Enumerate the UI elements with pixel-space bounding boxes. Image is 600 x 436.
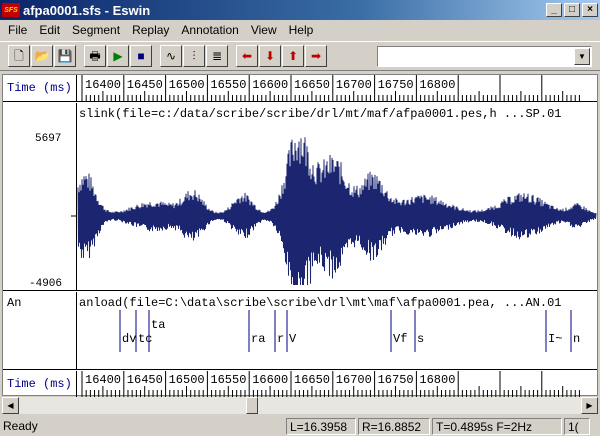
arrow-down-icon[interactable]: ⬇ <box>259 45 281 67</box>
annotation-label-ra: ra <box>251 332 266 346</box>
annotation-label-vf: Vf <box>393 332 408 346</box>
annotation-label-v: V <box>289 332 297 346</box>
ruler-tick-label: 16400 <box>85 373 121 387</box>
lines-icon[interactable]: ≣ <box>206 45 228 67</box>
menu-file[interactable]: File <box>2 23 33 37</box>
toolbar: 🗋 📂 💾 🖶 ▶ ■ ∿ ⫶ ≣ ⬅ ⬇ ⬆ ➡ ▼ <box>0 41 600 71</box>
menu-annotation[interactable]: Annotation <box>175 23 244 37</box>
ruler-tick-label: 16600 <box>252 373 288 387</box>
open-folder-icon[interactable]: 📂 <box>31 45 53 67</box>
app-icon: SFS <box>2 3 20 17</box>
time-ruler-top: Time (ms) 16400 16450 16500 16550 16600 16650… <box>3 75 597 102</box>
scroll-right-icon[interactable]: ▶ <box>581 397 598 414</box>
annotation-label-ta: ta <box>151 318 166 332</box>
arrow-up-icon[interactable]: ⬆ <box>282 45 304 67</box>
ruler-tick-label: 16500 <box>169 78 205 92</box>
ruler-tick-label: 16650 <box>294 373 330 387</box>
ruler-tick-label: 16700 <box>336 78 372 92</box>
waveform-trace <box>77 137 597 286</box>
status-span: T=0.4895s F=2Hz <box>432 417 562 435</box>
time-ruler-bottom: Time (ms) 16400 16450 16500 16550 16600 16650… <box>3 371 597 397</box>
waveform-plot <box>71 137 597 286</box>
ruler-tick-label: 16700 <box>336 373 372 387</box>
spectrogram-bars-icon[interactable]: ⫶ <box>183 45 205 67</box>
menu-edit[interactable]: Edit <box>33 23 66 37</box>
print-icon[interactable]: 🖶 <box>84 45 106 67</box>
annotation-label-i-tilde: I~ <box>548 332 563 346</box>
menu-replay[interactable]: Replay <box>126 23 175 37</box>
ruler-tick-label: 16550 <box>210 373 246 387</box>
ruler-tick-label: 16650 <box>294 78 330 92</box>
new-file-icon[interactable]: 🗋 <box>8 45 30 67</box>
waveform-icon[interactable]: ∿ <box>160 45 182 67</box>
arrow-right-icon[interactable]: ➡ <box>305 45 327 67</box>
ruler-tick-label: 16800 <box>419 373 455 387</box>
item-combo[interactable]: ▼ <box>377 46 592 67</box>
ruler-ticks-top: 16400 16450 16500 16550 16600 16650 16700 16750… <box>81 75 580 102</box>
menu-bar: File Edit Segment Replay Annotation View… <box>0 20 600 40</box>
save-disk-icon[interactable]: 💾 <box>54 45 76 67</box>
chevron-down-icon[interactable]: ▼ <box>574 48 590 65</box>
annotation-label-r: r <box>277 332 285 346</box>
ruler-tick-label: 16500 <box>169 373 205 387</box>
menu-help[interactable]: Help <box>283 23 320 37</box>
ruler-tick-label: 16750 <box>378 373 414 387</box>
waveform-pane[interactable]: 5697 -4906 slink(file=c:/data/scribe/scr… <box>3 103 597 291</box>
annotation-label-tc: tc <box>138 332 153 346</box>
ruler-tick-label: 16750 <box>378 78 414 92</box>
close-button[interactable]: × <box>582 3 598 17</box>
annotation-label-n: n <box>573 332 581 346</box>
horizontal-scrollbar[interactable]: ◀ ▶ <box>2 397 598 414</box>
title-bar: SFS afpa0001.sfs - Eswin _ □ × <box>0 0 600 20</box>
status-bar: Ready L=16.3958 R=16.8852 T=0.4895s F=2H… <box>0 416 600 436</box>
ruler-tick-label: 16400 <box>85 78 121 92</box>
ruler-tick-label: 16550 <box>210 78 246 92</box>
menu-segment[interactable]: Segment <box>66 23 126 37</box>
arrow-left-icon[interactable]: ⬅ <box>236 45 258 67</box>
ruler-tick-label: 16600 <box>252 78 288 92</box>
annotation-marks <box>119 310 572 352</box>
ruler-tick-label: 16450 <box>127 78 163 92</box>
maximize-button[interactable]: □ <box>564 3 580 17</box>
play-icon[interactable]: ▶ <box>107 45 129 67</box>
status-right-cursor: R=16.8852 <box>358 417 430 435</box>
annotation-pane[interactable]: An anload(file=C:\data\scribe\scribe\drl… <box>3 292 597 370</box>
status-left-cursor: L=16.3958 <box>286 417 356 435</box>
annotation-label-s: s <box>417 332 425 346</box>
status-extra: 1( <box>564 417 590 435</box>
ruler-ticks-bottom: 16400 16450 16500 16550 16600 16650 16700 16750… <box>81 371 580 397</box>
annotation-label-dv: dv <box>122 332 137 346</box>
signal-view: Time (ms) 16400 16450 16500 16550 16600 16650… <box>2 74 598 397</box>
minimize-button[interactable]: _ <box>546 3 562 17</box>
ruler-tick-label: 16450 <box>127 373 163 387</box>
ruler-tick-label: 16800 <box>419 78 455 92</box>
status-ready: Ready <box>3 418 38 433</box>
scroll-left-icon[interactable]: ◀ <box>2 397 19 414</box>
scroll-thumb[interactable] <box>246 397 258 414</box>
window-title: afpa0001.sfs - Eswin <box>23 2 151 18</box>
menu-view[interactable]: View <box>245 23 283 37</box>
stop-icon[interactable]: ■ <box>130 45 152 67</box>
